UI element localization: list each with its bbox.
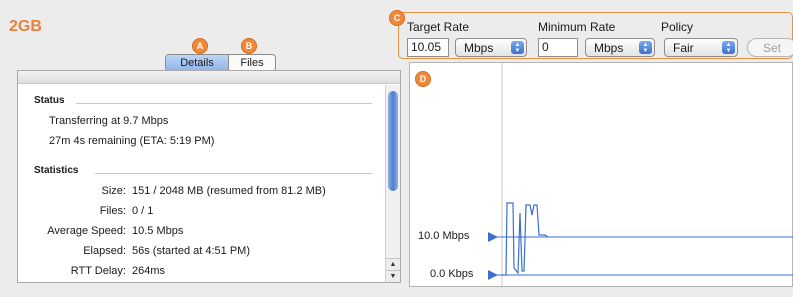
status-heading: Status — [34, 95, 65, 106]
scroll-down-arrow-icon[interactable]: ▼ — [386, 270, 400, 282]
status-divider — [76, 103, 372, 104]
scroll-up-arrow-icon[interactable]: ▲ — [386, 258, 400, 270]
minimum-rate-arrow-icon — [488, 270, 498, 280]
callout-marker-d: D — [415, 71, 431, 87]
stat-value-files: 0 / 1 — [132, 205, 154, 217]
stat-label-rtt-delay: RTT Delay: — [70, 265, 126, 277]
policy-label: Policy — [661, 20, 694, 34]
status-line-eta: 27m 4s remaining (ETA: 5:19 PM) — [49, 135, 215, 147]
stat-value-average-speed: 10.5 Mbps — [132, 225, 184, 237]
statistics-heading: Statistics — [34, 165, 79, 176]
stat-value-rtt-delay: 264ms — [132, 265, 166, 277]
status-line-rate: Transferring at 9.7 Mbps — [49, 115, 169, 127]
stat-label-elapsed: Elapsed: — [83, 245, 126, 257]
minimum-rate-unit-select[interactable]: Mbps ▲ ▼ — [585, 38, 655, 57]
popup-arrows-icon: ▲ ▼ — [639, 41, 652, 54]
throughput-graph: 10.0 Mbps 0.0 Kbps — [409, 62, 793, 288]
throughput-graph-canvas — [488, 63, 793, 288]
callout-marker-b: B — [241, 38, 257, 54]
stat-label-files: Files: — [99, 205, 126, 217]
policy-value: Fair — [673, 40, 694, 55]
minimum-rate-unit-value: Mbps — [594, 40, 624, 55]
target-rate-arrow-icon — [488, 232, 498, 242]
policy-select[interactable]: Fair ▲ ▼ — [664, 38, 738, 57]
minimum-rate-label: Minimum Rate — [538, 20, 616, 34]
tab-details[interactable]: Details — [166, 55, 229, 71]
target-rate-unit-select[interactable]: Mbps ▲ ▼ — [455, 38, 527, 57]
stat-value-elapsed: 56s (started at 4:51 PM) — [132, 245, 250, 257]
transfer-title: 2GB — [9, 18, 42, 35]
details-scrollbar[interactable]: ▲ ▼ — [385, 85, 400, 282]
minimum-rate-input[interactable]: 0 — [538, 38, 578, 57]
callout-marker-c: C — [389, 10, 405, 26]
rate-controls-panel: Target Rate Minimum Rate Policy 10.05 Mb… — [398, 12, 793, 59]
details-panel: Status Transferring at 9.7 Mbps 27m 4s r… — [17, 70, 401, 283]
target-rate-input[interactable]: 10.05 — [407, 38, 449, 57]
details-panel-header — [18, 71, 400, 84]
callout-marker-a: A — [192, 38, 208, 54]
stat-value-size: 151 / 2048 MB (resumed from 81.2 MB) — [132, 185, 326, 197]
popup-arrows-icon: ▲ ▼ — [511, 41, 524, 54]
target-rate-unit-value: Mbps — [464, 40, 494, 55]
tab-files[interactable]: Files — [229, 55, 275, 71]
graph-upper-rate-label: 10.0 Mbps — [418, 230, 470, 242]
stat-label-size: Size: — [101, 185, 126, 197]
stat-label-average-speed: Average Speed: — [47, 225, 126, 237]
scrollbar-thumb[interactable] — [388, 91, 398, 191]
statistics-divider — [95, 173, 372, 174]
graph-throughput-trace — [502, 202, 549, 276]
graph-lower-rate-label: 0.0 Kbps — [430, 268, 474, 280]
target-rate-label: Target Rate — [407, 20, 470, 34]
popup-arrows-icon: ▲ ▼ — [722, 41, 735, 54]
set-button[interactable]: Set — [747, 38, 793, 57]
